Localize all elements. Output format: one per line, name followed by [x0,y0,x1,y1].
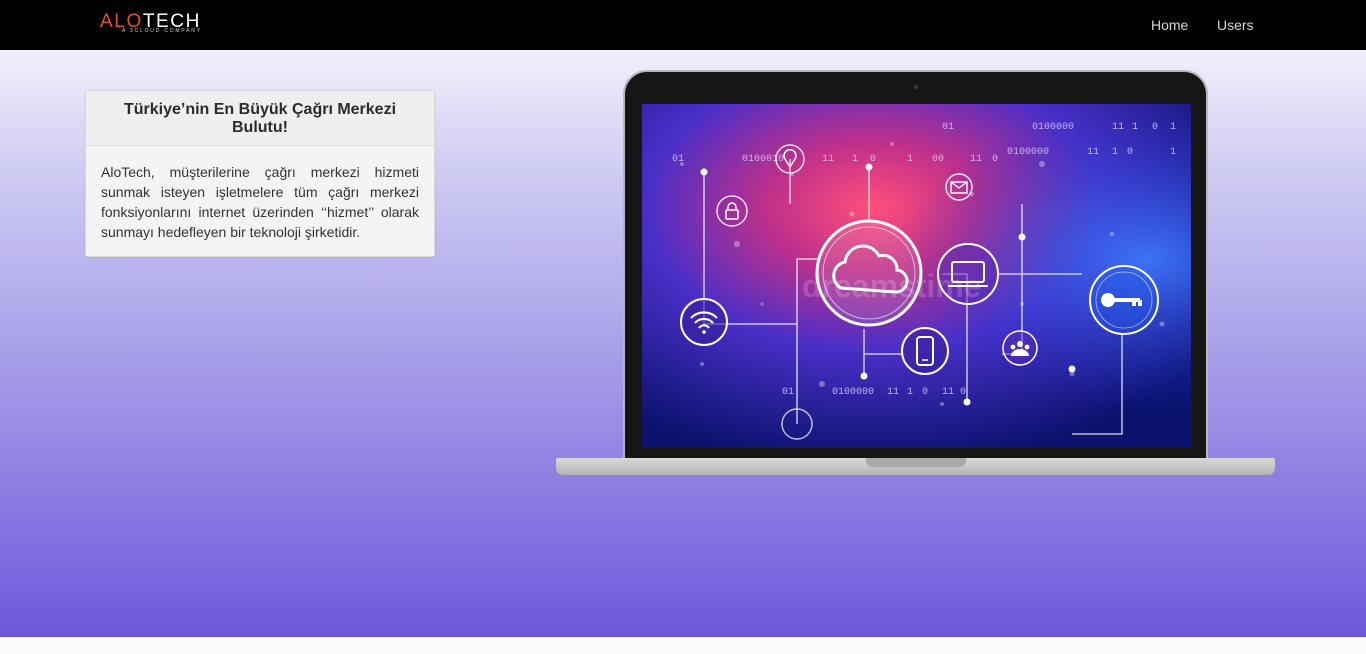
intro-card-body: AloTech, müşterilerine çağrı merkezi hiz… [86,146,434,242]
binary-text: 00 [932,154,944,165]
binary-text: 0 [922,387,928,398]
binary-text: 1 [1132,122,1138,133]
binary-text: 1 [907,387,913,398]
binary-text: 11 [942,387,954,398]
binary-text: 0 [870,154,876,165]
binary-text: 0100000 [1007,147,1049,158]
alotech-logo[interactable]: ALOTECH A 3CLOUD COMPANY [100,11,222,39]
binary-text: 11 [887,387,899,398]
watermark-text: dreamstime [802,268,982,304]
wifi-icon [680,298,728,346]
logo-tagline: A 3CLOUD COMPANY [122,28,202,34]
binary-text: 11 [970,154,982,165]
key-icon [1089,265,1159,335]
laptop-screen: 01 0100010 11 1 0 1 00 11 0 0100000 11 1… [642,104,1191,448]
laptop-base [556,458,1275,475]
binary-text: 1 [1112,147,1118,158]
footer-strip [0,637,1366,654]
binary-text: 1 [852,154,858,165]
binary-text: 11 [1112,122,1124,133]
cloud-network-graphic: 01 0100010 11 1 0 1 00 11 0 0100000 11 1… [642,104,1191,448]
binary-text: 1 [1170,122,1176,133]
binary-text: 0 [992,154,998,165]
binary-text: 0 [960,387,966,398]
binary-text: 11 [822,154,834,165]
binary-text: 1 [907,154,913,165]
binary-text: 01 [782,387,794,398]
binary-text: 11 [1087,147,1099,158]
nav-users-link[interactable]: Users [1217,17,1254,33]
hero-section: Türkiye’nin En Büyük Çağrı Merkezi Bulut… [0,50,1366,637]
binary-text: 0100000 [832,387,874,398]
laptop-lid: 01 0100010 11 1 0 1 00 11 0 0100000 11 1… [623,70,1208,462]
laptop-illustration: 01 0100010 11 1 0 1 00 11 0 0100000 11 1… [556,70,1275,476]
navbar: ALOTECH A 3CLOUD COMPANY Home Users [0,0,1366,50]
binary-text: 0 [1152,122,1158,133]
binary-text: 0100000 [1032,122,1074,133]
laptop-notch [866,458,966,467]
binary-text: 0 [1127,147,1133,158]
binary-text: 0100010 [742,154,784,165]
nav-home-link[interactable]: Home [1151,17,1188,33]
intro-card: Türkiye’nin En Büyük Çağrı Merkezi Bulut… [85,90,435,257]
webcam-icon [914,85,918,89]
phone-icon [901,327,949,375]
binary-text: 01 [942,122,954,133]
binary-text: 01 [672,154,684,165]
intro-card-title: Türkiye’nin En Büyük Çağrı Merkezi Bulut… [123,101,397,136]
binary-text: 1 [1170,147,1176,158]
intro-card-text: AloTech, müşterilerine çağrı merkezi hiz… [101,164,419,240]
users-icon [1002,330,1038,366]
intro-card-header: Türkiye’nin En Büyük Çağrı Merkezi Bulut… [86,91,434,146]
